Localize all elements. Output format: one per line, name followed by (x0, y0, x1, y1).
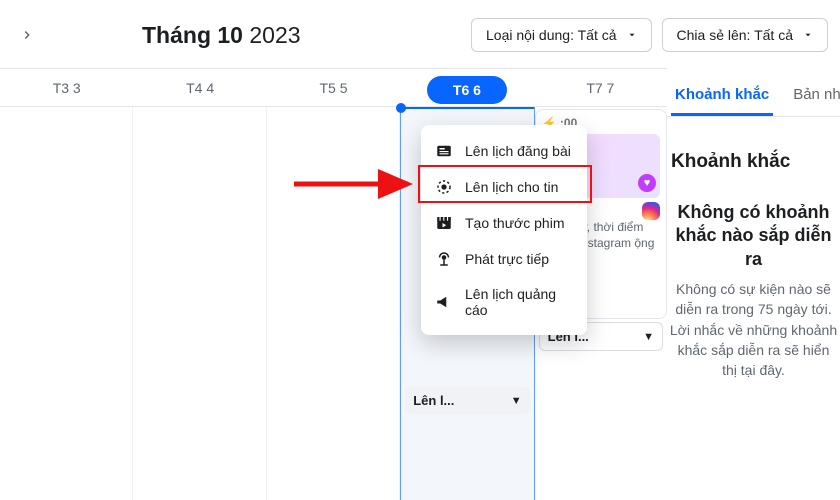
create-context-menu: Lên lịch đăng bài Lên lịch cho tin Tạo t… (421, 125, 587, 335)
day-header-row: T3 3 T4 4 T5 5 T6 6 T7 7 (0, 69, 667, 107)
sidebar-heading: Khoảnh khắc (671, 151, 836, 173)
caret-down-icon (627, 30, 637, 40)
story-icon (435, 178, 453, 196)
menu-schedule-ad[interactable]: Lên lịch quảng cáo (421, 277, 587, 327)
tab-moments[interactable]: Khoảnh khắc (671, 76, 773, 116)
megaphone-icon (435, 293, 453, 311)
calendar-column[interactable] (267, 107, 400, 500)
caret-down-icon: ▼ (643, 331, 654, 343)
content-type-filter[interactable]: Loại nội dung: Tất cả (471, 18, 652, 52)
tab-notes[interactable]: Bản nha (789, 76, 840, 116)
page-title: Tháng 10 2023 (142, 22, 301, 49)
menu-schedule-story[interactable]: Lên lịch cho tin (421, 169, 587, 205)
caret-down-icon: ▼ (511, 395, 522, 407)
day-header[interactable]: T4 4 (133, 69, 266, 106)
next-period-button[interactable] (12, 20, 42, 50)
menu-schedule-post[interactable]: Lên lịch đăng bài (421, 133, 587, 169)
sidebar-tabs: Khoảnh khắc Bản nha (667, 68, 840, 117)
post-icon (435, 142, 453, 160)
menu-create-reel[interactable]: Tạo thước phim (421, 205, 587, 241)
today-indicator-dot (396, 103, 406, 113)
schedule-pill[interactable]: Lên l... ▼ (405, 387, 529, 414)
day-header[interactable]: T5 5 (267, 69, 400, 106)
share-to-filter[interactable]: Chia sẻ lên: Tất cả (662, 18, 828, 52)
live-icon (435, 250, 453, 268)
calendar-column[interactable] (133, 107, 266, 500)
calendar-column[interactable] (0, 107, 133, 500)
reel-icon (435, 214, 453, 232)
empty-state-description: Không có sự kiện nào sẽ diễn ra trong 75… (667, 279, 840, 380)
caret-down-icon (803, 30, 813, 40)
instagram-icon (642, 202, 660, 220)
today-indicator-line (401, 107, 533, 109)
day-header[interactable]: T7 7 (534, 69, 667, 106)
empty-state-title: Không có khoảnh khắc nào sắp diễn ra (667, 201, 840, 271)
calendar-header: Tháng 10 2023 Loại nội dung: Tất cả Chia… (0, 0, 840, 72)
day-header[interactable]: T3 3 (0, 69, 133, 106)
heart-icon: ♥ (638, 174, 656, 192)
right-sidebar: Khoảnh khắc Bản nha Khoảnh khắc Không có… (667, 68, 840, 500)
menu-go-live[interactable]: Phát trực tiếp (421, 241, 587, 277)
day-header-active[interactable]: T6 6 (400, 69, 533, 106)
main-area: T3 3 T4 4 T5 5 T6 6 T7 7 Lên l... ▼ (0, 68, 840, 500)
